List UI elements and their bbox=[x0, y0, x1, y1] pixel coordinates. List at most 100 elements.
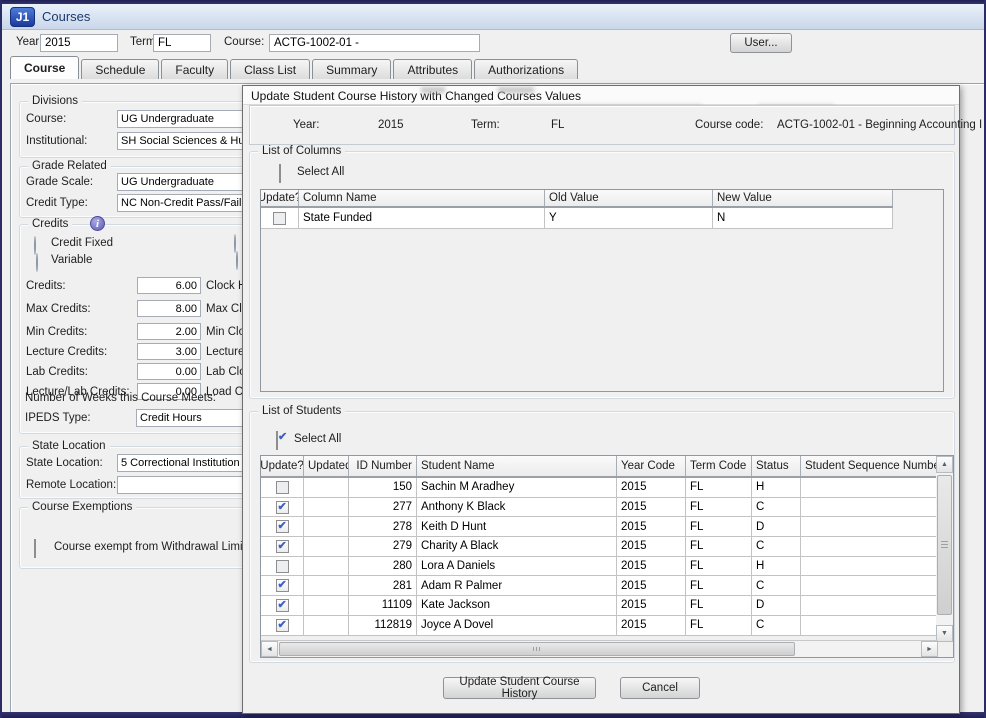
update-student-course-history-button[interactable]: Update Student Course History bbox=[443, 677, 596, 699]
variable-label: Variable bbox=[51, 254, 92, 266]
tab-authorizations[interactable]: Authorizations bbox=[474, 59, 578, 79]
term-input[interactable] bbox=[153, 34, 211, 52]
student-row[interactable]: 150Sachin M Aradhey2015FLH bbox=[261, 478, 938, 498]
scroll-up-icon[interactable]: ▲ bbox=[936, 456, 953, 473]
column-row[interactable]: State FundedYN bbox=[261, 208, 893, 229]
tab-attributes[interactable]: Attributes bbox=[393, 59, 472, 79]
list-of-columns-group: List of Columns Select All Update? Colum… bbox=[249, 151, 955, 399]
vscroll-thumb[interactable] bbox=[937, 475, 952, 615]
hscroll-thumb[interactable] bbox=[279, 642, 795, 656]
col-header-update[interactable]: Update? bbox=[261, 190, 299, 206]
year-label: Year: bbox=[16, 36, 42, 48]
course-exemptions-group-title: Course Exemptions bbox=[28, 501, 136, 513]
stu-header-id-number[interactable]: ID Number bbox=[349, 456, 417, 476]
tab-schedule[interactable]: Schedule bbox=[81, 59, 159, 79]
credit-field-label: Lab Credits: bbox=[26, 366, 88, 378]
tab-faculty[interactable]: Faculty bbox=[161, 59, 228, 79]
col-header-old-value[interactable]: Old Value bbox=[545, 190, 713, 206]
student-row[interactable]: 281Adam R Palmer2015FLC bbox=[261, 576, 938, 596]
tab-course[interactable]: Course bbox=[10, 56, 79, 79]
cell-student-name: Anthony K Black bbox=[417, 498, 617, 517]
student-row[interactable]: 11109Kate Jackson2015FLD bbox=[261, 596, 938, 616]
cell-student-name: Sachin M Aradhey bbox=[417, 478, 617, 497]
stu-header-term-code[interactable]: Term Code bbox=[686, 456, 752, 476]
credit-field-value[interactable]: 2.00 bbox=[137, 323, 201, 340]
credit-field-value[interactable]: 6.00 bbox=[137, 277, 201, 294]
cell-year-code: 2015 bbox=[617, 557, 686, 576]
stu-header-updated[interactable]: Updated bbox=[304, 456, 349, 476]
state-location-group-title: State Location bbox=[28, 440, 110, 452]
student-row[interactable]: 280Lora A Daniels2015FLH bbox=[261, 557, 938, 577]
row-update-checkbox[interactable] bbox=[276, 619, 289, 632]
stu-header-status[interactable]: Status bbox=[752, 456, 801, 476]
cell-id-number: 280 bbox=[349, 557, 417, 576]
row-update-checkbox[interactable] bbox=[276, 579, 289, 592]
user-button[interactable]: User... bbox=[730, 33, 792, 53]
row-update-checkbox[interactable] bbox=[276, 560, 289, 573]
credit-fixed-radio[interactable] bbox=[34, 236, 36, 255]
cell-update bbox=[261, 537, 304, 556]
cell-updated bbox=[304, 478, 349, 497]
variable-radio[interactable] bbox=[36, 253, 38, 272]
row-update-checkbox[interactable] bbox=[276, 501, 289, 514]
institutional-label: Institutional: bbox=[26, 135, 87, 147]
cell-term-code: FL bbox=[686, 537, 752, 556]
withdrawal-exempt-checkbox[interactable] bbox=[34, 539, 36, 558]
credit-field-value[interactable]: 8.00 bbox=[137, 300, 201, 317]
course-input[interactable] bbox=[269, 34, 480, 52]
cell-year-code: 2015 bbox=[617, 596, 686, 615]
cell-student-name: Charity A Black bbox=[417, 537, 617, 556]
students-select-all-checkbox[interactable] bbox=[276, 431, 278, 450]
students-hscrollbar[interactable]: ◄ ► bbox=[261, 640, 938, 657]
cell-update bbox=[261, 596, 304, 615]
cell-status: C bbox=[752, 616, 801, 635]
cell-id-number: 112819 bbox=[349, 616, 417, 635]
year-input[interactable] bbox=[40, 34, 118, 52]
scroll-right-icon[interactable]: ► bbox=[921, 641, 938, 657]
student-row[interactable]: 278Keith D Hunt2015FLD bbox=[261, 517, 938, 537]
list-of-students-group: List of Students Select All Update? Upda… bbox=[249, 411, 955, 663]
student-row[interactable]: 279Charity A Black2015FLC bbox=[261, 537, 938, 557]
weeks-label: Number of Weeks this Course Meets: bbox=[25, 392, 216, 404]
cell-id-number: 277 bbox=[349, 498, 417, 517]
row-update-checkbox[interactable] bbox=[276, 481, 289, 494]
students-vscrollbar[interactable]: ▲ ▼ bbox=[936, 456, 953, 642]
cell-seq-number bbox=[801, 478, 938, 497]
stu-header-student-name[interactable]: Student Name bbox=[417, 456, 617, 476]
j1-logo-icon: J1 bbox=[10, 7, 35, 27]
cell-status: H bbox=[752, 478, 801, 497]
col-header-new-value[interactable]: New Value bbox=[713, 190, 893, 206]
scroll-left-icon[interactable]: ◄ bbox=[261, 641, 278, 657]
tab-strip: Course Schedule Faculty Class List Summa… bbox=[2, 56, 984, 79]
ipeds-label: IPEDS Type: bbox=[25, 412, 91, 424]
cell-status: D bbox=[752, 596, 801, 615]
student-row[interactable]: 112819Joyce A Dovel2015FLC bbox=[261, 616, 938, 636]
credit-field-label: Min Credits: bbox=[26, 326, 87, 338]
student-row[interactable]: 277Anthony K Black2015FLC bbox=[261, 498, 938, 518]
tab-class-list[interactable]: Class List bbox=[230, 59, 310, 79]
cell-year-code: 2015 bbox=[617, 478, 686, 497]
credit-field-value[interactable]: 3.00 bbox=[137, 343, 201, 360]
credit-field-value[interactable]: 0.00 bbox=[137, 363, 201, 380]
columns-select-all-checkbox[interactable] bbox=[279, 164, 281, 183]
stu-header-year-code[interactable]: Year Code bbox=[617, 456, 686, 476]
cell-update bbox=[261, 208, 299, 228]
clock-variable-radio[interactable] bbox=[236, 251, 238, 270]
row-update-checkbox[interactable] bbox=[276, 599, 289, 612]
row-update-checkbox[interactable] bbox=[276, 540, 289, 553]
cell-term-code: FL bbox=[686, 517, 752, 536]
scroll-down-icon[interactable]: ▼ bbox=[936, 625, 953, 642]
stu-header-seq-number[interactable]: Student Sequence Number bbox=[801, 456, 938, 476]
info-icon[interactable]: i bbox=[90, 216, 105, 231]
stu-header-update[interactable]: Update? bbox=[261, 456, 304, 476]
dialog-year-value: 2015 bbox=[378, 119, 404, 131]
cancel-button[interactable]: Cancel bbox=[620, 677, 700, 699]
dialog-year-label: Year: bbox=[293, 119, 319, 131]
row-update-checkbox[interactable] bbox=[276, 520, 289, 533]
col-header-column-name[interactable]: Column Name bbox=[299, 190, 545, 206]
cell-seq-number bbox=[801, 576, 938, 595]
ipeds-value[interactable]: Credit Hours bbox=[136, 409, 244, 427]
row-update-checkbox[interactable] bbox=[273, 212, 286, 225]
tab-summary[interactable]: Summary bbox=[312, 59, 391, 79]
clock-radio[interactable] bbox=[234, 234, 236, 253]
